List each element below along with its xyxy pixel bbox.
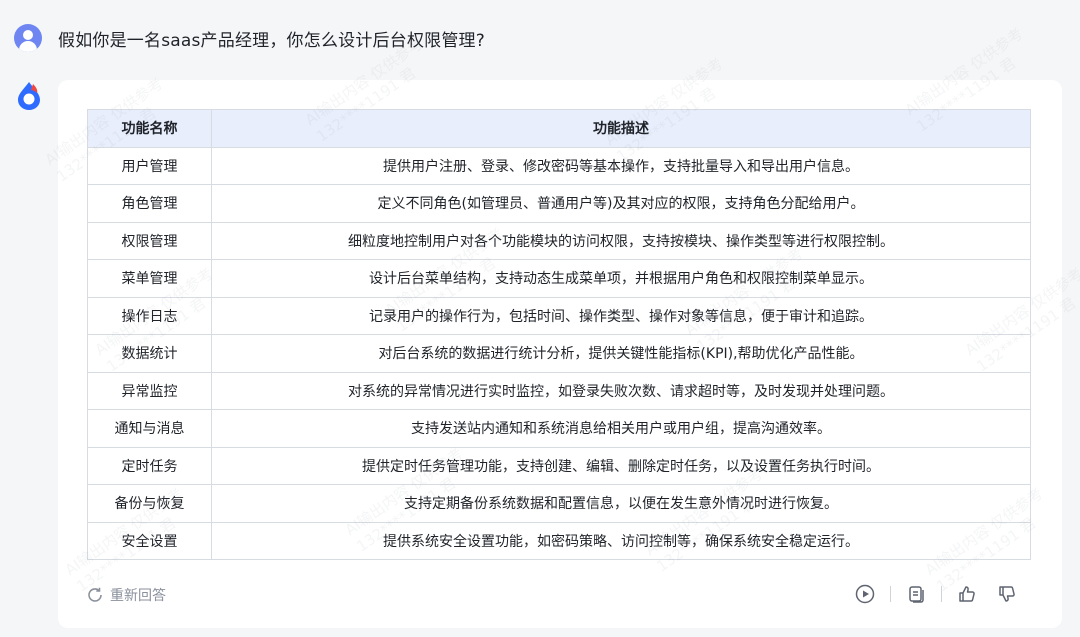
bot-logo-icon xyxy=(18,82,40,110)
answer-card: 功能名称 功能描述 用户管理 提供用户注册、登录、修改密码等基本操作，支持批量导入… xyxy=(58,80,1062,628)
feature-description-cell: 提供定时任务管理功能，支持创建、编辑、删除定时任务，以及设置任务执行时间。 xyxy=(211,446,1031,485)
feature-table: 功能名称 功能描述 用户管理 提供用户注册、登录、修改密码等基本操作，支持批量导入… xyxy=(87,109,1031,560)
copy-button[interactable] xyxy=(905,583,927,605)
feature-name-cell: 用户管理 xyxy=(87,146,212,185)
thumbs-up-icon xyxy=(959,586,975,602)
refresh-icon xyxy=(88,587,102,602)
table-row: 角色管理 定义不同角色(如管理员、普通用户等)及其对应的权限，支持角色分配给用户。 xyxy=(87,184,1031,223)
feature-description-cell: 提供系统安全设置功能，如密码策略、访问控制等，确保系统安全稳定运行。 xyxy=(211,521,1031,560)
table-row: 操作日志 记录用户的操作行为，包括时间、操作类型、操作对象等信息，便于审计和追踪。 xyxy=(87,296,1031,335)
play-button[interactable] xyxy=(854,583,876,605)
table-header-row: 功能名称 功能描述 xyxy=(87,109,1031,148)
user-message: 假如你是一名saas产品经理，你怎么设计后台权限管理? xyxy=(14,24,485,52)
column-header: 功能描述 xyxy=(211,109,1031,148)
feature-description-cell: 记录用户的操作行为，包括时间、操作类型、操作对象等信息，便于审计和追踪。 xyxy=(211,296,1031,335)
feature-name-cell: 通知与消息 xyxy=(87,409,212,448)
divider xyxy=(890,586,891,602)
table-row: 权限管理 细粒度地控制用户对各个功能模块的访问权限，支持按模块、操作类型等进行权限… xyxy=(87,221,1031,260)
copy-icon xyxy=(909,586,924,603)
feature-name-cell: 定时任务 xyxy=(87,446,212,485)
thumbs-down-icon xyxy=(999,586,1015,602)
feature-name-cell: 异常监控 xyxy=(87,371,212,410)
feature-description-cell: 细粒度地控制用户对各个功能模块的访问权限，支持按模块、操作类型等进行权限控制。 xyxy=(211,221,1031,260)
table-row: 定时任务 提供定时任务管理功能，支持创建、编辑、删除定时任务，以及设置任务执行时间… xyxy=(87,446,1031,485)
table-row: 数据统计 对后台系统的数据进行统计分析，提供关键性能指标(KPI),帮助优化产品性… xyxy=(87,334,1031,373)
feature-description-cell: 对后台系统的数据进行统计分析，提供关键性能指标(KPI),帮助优化产品性能。 xyxy=(211,334,1031,373)
table-row: 异常监控 对系统的异常情况进行实时监控，如登录失败次数、请求超时等，及时发现并处理… xyxy=(87,371,1031,410)
column-header: 功能名称 xyxy=(87,109,212,148)
feature-name-cell: 菜单管理 xyxy=(87,259,212,298)
thumbs-down-button[interactable] xyxy=(996,583,1018,605)
regenerate-label: 重新回答 xyxy=(110,588,166,604)
table-row: 备份与恢复 支持定期备份系统数据和配置信息，以便在发生意外情况时进行恢复。 xyxy=(87,484,1031,523)
thumbs-up-button[interactable] xyxy=(956,583,978,605)
chat-page: 假如你是一名saas产品经理，你怎么设计后台权限管理? 功能名称 功能描述 用户… xyxy=(0,0,1080,637)
user-avatar xyxy=(14,24,42,52)
play-icon xyxy=(855,584,875,604)
feature-description-cell: 支持发送站内通知和系统消息给相关用户或用户组，提高沟通效率。 xyxy=(211,409,1031,448)
table-row: 安全设置 提供系统安全设置功能，如密码策略、访问控制等，确保系统安全稳定运行。 xyxy=(87,521,1031,560)
feature-description-cell: 对系统的异常情况进行实时监控，如登录失败次数、请求超时等，及时发现并处理问题。 xyxy=(211,371,1031,410)
feature-description-cell: 定义不同角色(如管理员、普通用户等)及其对应的权限，支持角色分配给用户。 xyxy=(211,184,1031,223)
feature-name-cell: 数据统计 xyxy=(87,334,212,373)
regenerate-button[interactable]: 重新回答 xyxy=(86,585,166,605)
feature-name-cell: 角色管理 xyxy=(87,184,212,223)
message-actions xyxy=(854,583,1018,605)
feature-name-cell: 备份与恢复 xyxy=(87,484,212,523)
table-body: 用户管理 提供用户注册、登录、修改密码等基本操作，支持批量导入和导出用户信息。 角色… xyxy=(87,146,1031,560)
divider xyxy=(941,586,942,602)
feature-description-cell: 设计后台菜单结构，支持动态生成菜单项，并根据用户角色和权限控制菜单显示。 xyxy=(211,259,1031,298)
feature-description-cell: 支持定期备份系统数据和配置信息，以便在发生意外情况时进行恢复。 xyxy=(211,484,1031,523)
table-row: 通知与消息 支持发送站内通知和系统消息给相关用户或用户组，提高沟通效率。 xyxy=(87,409,1031,448)
feature-name-cell: 安全设置 xyxy=(87,521,212,560)
feature-description-cell: 提供用户注册、登录、修改密码等基本操作，支持批量导入和导出用户信息。 xyxy=(211,146,1031,185)
question-text: 假如你是一名saas产品经理，你怎么设计后台权限管理? xyxy=(58,30,485,51)
table-row: 用户管理 提供用户注册、登录、修改密码等基本操作，支持批量导入和导出用户信息。 xyxy=(87,146,1031,185)
feature-name-cell: 权限管理 xyxy=(87,221,212,260)
table-row: 菜单管理 设计后台菜单结构，支持动态生成菜单项，并根据用户角色和权限控制菜单显示。 xyxy=(87,259,1031,298)
feature-name-cell: 操作日志 xyxy=(87,296,212,335)
